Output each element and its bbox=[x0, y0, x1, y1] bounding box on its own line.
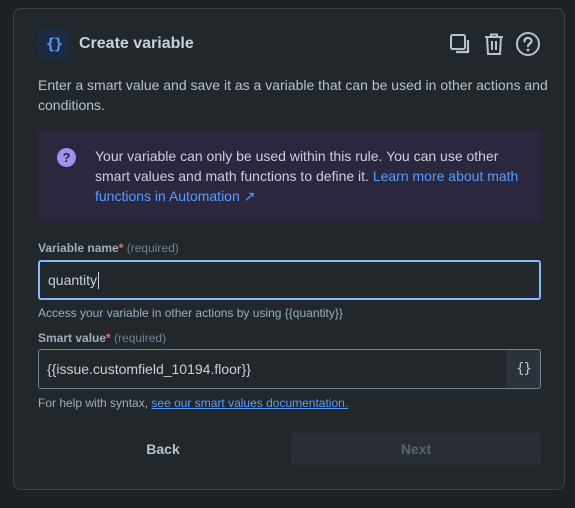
variable-name-helper: Access your variable in other actions by… bbox=[38, 306, 343, 320]
dialog-description: Enter a smart value and save it as a var… bbox=[38, 77, 548, 113]
variable-name-value: quantity bbox=[48, 272, 98, 288]
trash-icon bbox=[485, 33, 503, 55]
copy-button[interactable] bbox=[446, 30, 474, 58]
question-icon: ? bbox=[57, 148, 76, 167]
variable-name-input[interactable]: quantity bbox=[38, 260, 541, 300]
header-actions bbox=[446, 30, 542, 58]
dialog-header: {} Create variable bbox=[38, 28, 542, 60]
braces-icon: {} bbox=[38, 28, 70, 60]
help-icon bbox=[516, 32, 540, 56]
variable-name-label: Variable name* (required) bbox=[38, 241, 179, 255]
smart-value-label-text: Smart value bbox=[38, 331, 107, 345]
next-button[interactable]: Next bbox=[291, 433, 541, 465]
info-panel: ? Your variable can only be used within … bbox=[38, 130, 541, 221]
smart-value-helper-text: For help with syntax, bbox=[38, 396, 152, 410]
copy-icon bbox=[450, 34, 470, 54]
required-star: * bbox=[118, 241, 124, 255]
smart-value-value: {{issue.customfield_10194.floor}} bbox=[47, 361, 251, 377]
required-text: (required) bbox=[126, 241, 179, 255]
variable-name-label-text: Variable name bbox=[38, 241, 119, 255]
smart-value-helper: For help with syntax, see our smart valu… bbox=[38, 396, 348, 410]
delete-button[interactable] bbox=[480, 30, 508, 58]
required-star: * bbox=[106, 331, 111, 345]
back-button[interactable]: Back bbox=[38, 433, 288, 465]
create-variable-dialog: {} Create variable Enter a smart value a… bbox=[13, 8, 565, 490]
smart-values-docs-link[interactable]: see our smart values documentation. bbox=[151, 396, 348, 410]
info-text: Your variable can only be used within th… bbox=[95, 146, 527, 206]
dialog-title: Create variable bbox=[79, 35, 194, 52]
smart-value-label: Smart value* (required) bbox=[38, 331, 166, 345]
text-caret bbox=[98, 271, 100, 289]
required-text: (required) bbox=[114, 331, 167, 345]
help-button[interactable] bbox=[514, 30, 542, 58]
insert-smart-value-button[interactable]: {} bbox=[506, 350, 540, 388]
smart-value-input[interactable]: {{issue.customfield_10194.floor}} {} bbox=[38, 349, 541, 389]
